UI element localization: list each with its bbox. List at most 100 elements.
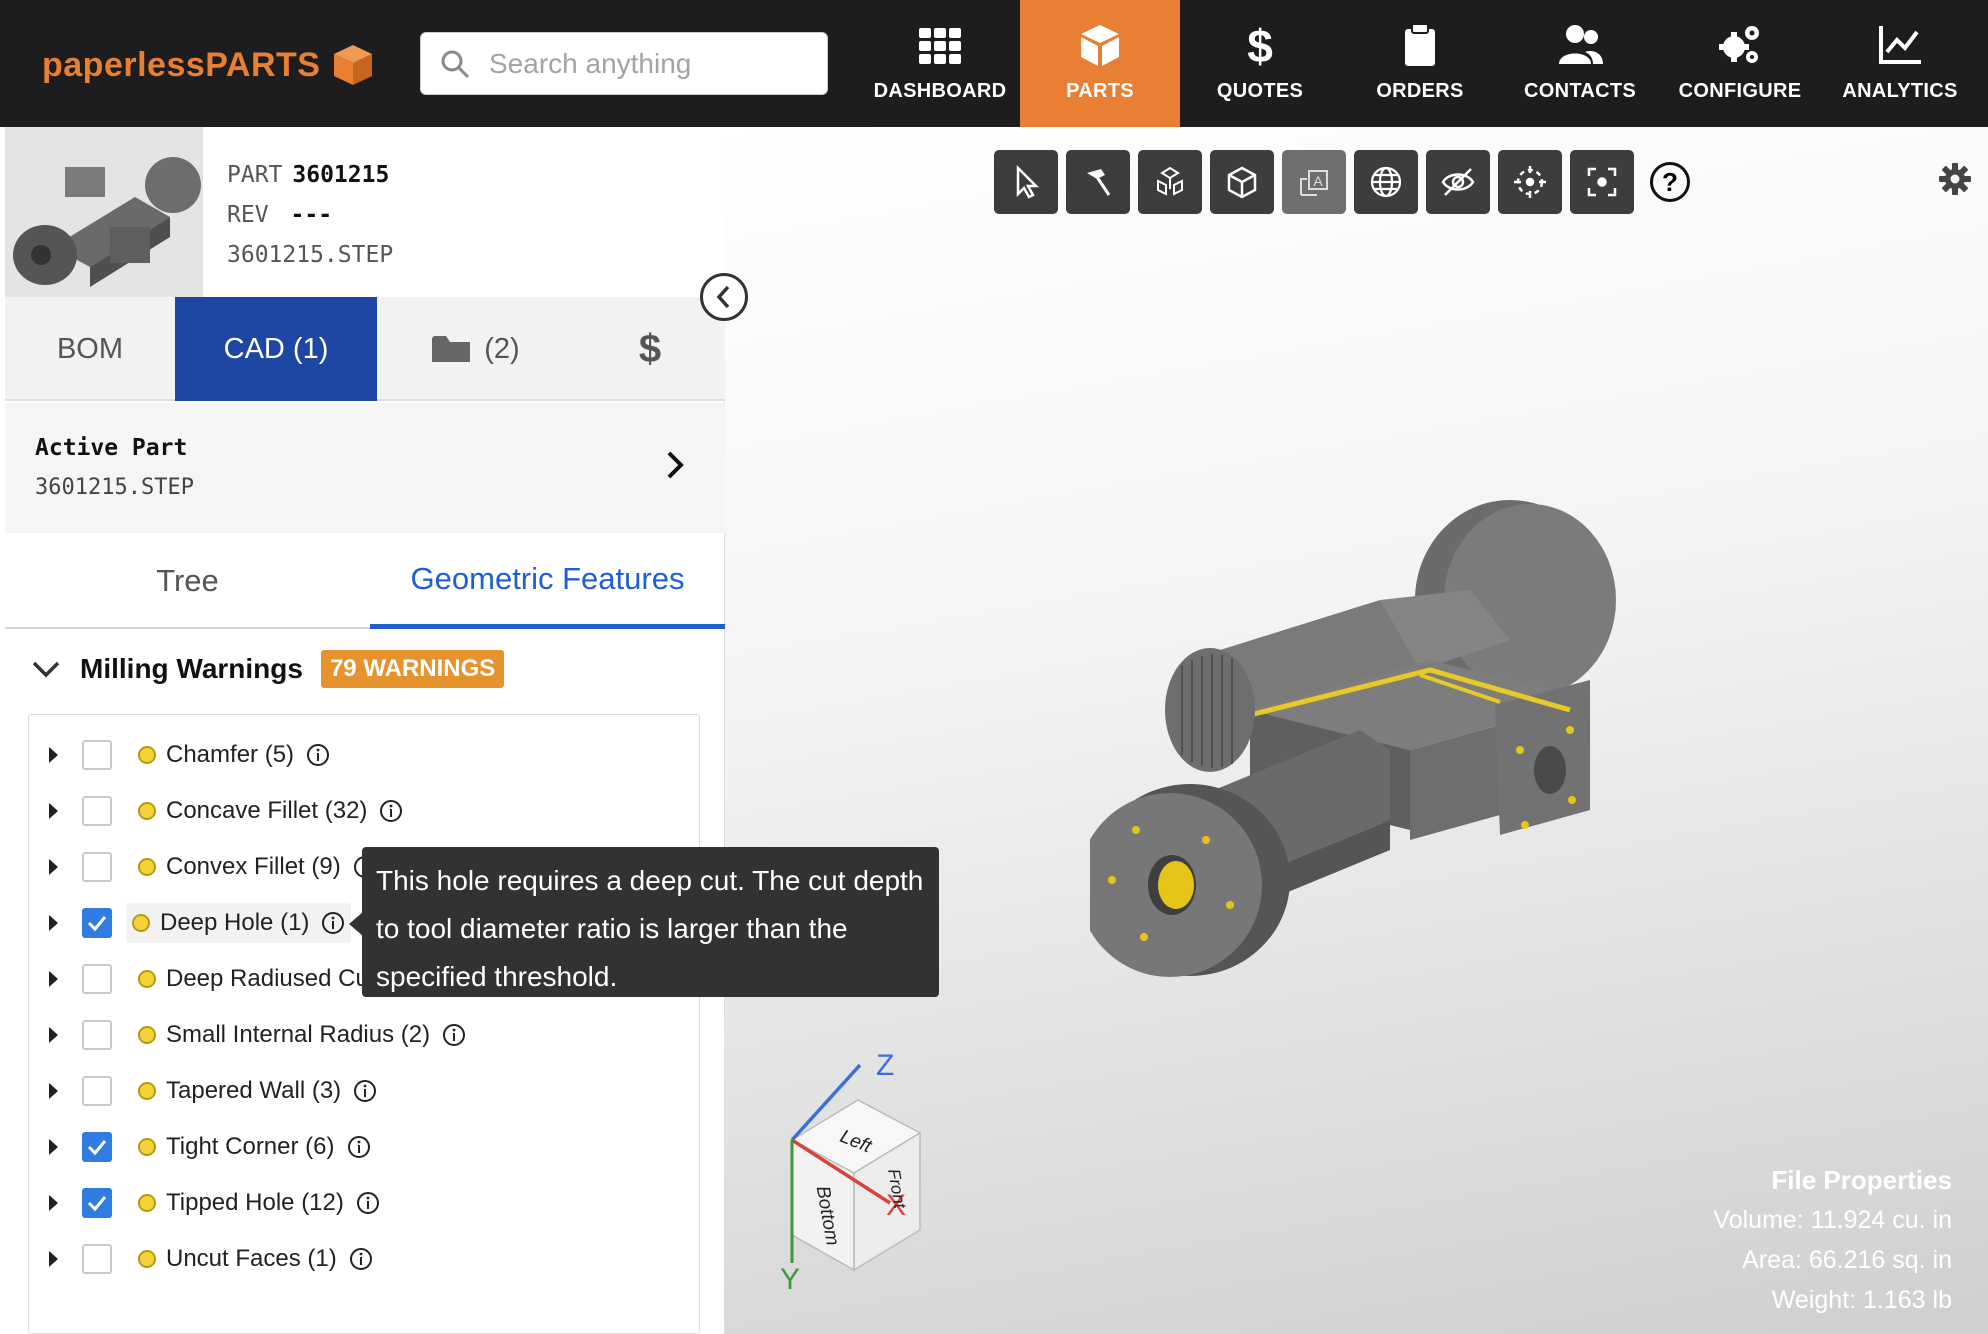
feature-checkbox[interactable] [82, 1188, 112, 1218]
feature-row-chamfer[interactable]: Chamfer (5) [29, 727, 699, 783]
folder-icon [432, 336, 471, 362]
expand-caret-icon[interactable] [49, 971, 58, 987]
tab-cad[interactable]: CAD (1) [175, 297, 377, 401]
nav-contacts[interactable]: CONTACTS [1500, 0, 1660, 127]
nav-label: PARTS [1066, 80, 1134, 102]
collapse-panel-button[interactable] [700, 273, 748, 321]
gears-icon [1719, 26, 1759, 63]
info-icon[interactable] [349, 1247, 373, 1271]
info-icon[interactable] [306, 743, 330, 767]
feature-tooltip: This hole requires a deep cut. The cut d… [362, 847, 939, 997]
annotation-tool-button[interactable]: A [1282, 150, 1346, 214]
tab-geometric-features[interactable]: Geometric Features [370, 533, 725, 629]
file-properties-title: File Properties [1771, 1165, 1952, 1195]
feature-row-small-internal-radius[interactable]: Small Internal Radius (2) [29, 1007, 699, 1063]
nav-analytics[interactable]: ANALYTICS [1820, 0, 1980, 127]
tab-files[interactable]: (2) [377, 297, 575, 401]
search-input[interactable] [489, 47, 809, 80]
feature-row-concave-fillet[interactable]: Concave Fillet (32) [29, 783, 699, 839]
expand-caret-icon[interactable] [49, 1251, 58, 1267]
nav-label: CONTACTS [1523, 80, 1637, 102]
nav-parts[interactable]: PARTS [1020, 0, 1180, 127]
feature-checkbox[interactable] [82, 852, 112, 882]
select-tool-button[interactable] [994, 150, 1058, 214]
feature-checkbox[interactable] [82, 1244, 112, 1274]
nav-configure[interactable]: CONFIGURE [1660, 0, 1820, 127]
tab-bom[interactable]: BOM [5, 297, 175, 401]
active-part-selector[interactable]: Active Part 3601215.STEP [5, 403, 725, 533]
feature-label: Deep Radiused Cu [166, 965, 369, 992]
cube-icon [1081, 25, 1119, 66]
info-icon[interactable] [347, 1135, 371, 1159]
rev-value: --- [290, 202, 333, 228]
expand-caret-icon[interactable] [49, 1195, 58, 1211]
expand-caret-icon[interactable] [49, 803, 58, 819]
file-properties: File Properties Volume: 11.924 cu. in Ar… [1713, 1160, 1952, 1320]
warning-dot-icon [138, 970, 156, 988]
center-tool-button[interactable] [1498, 150, 1562, 214]
feature-checkbox[interactable] [82, 796, 112, 826]
feature-checkbox[interactable] [82, 1020, 112, 1050]
weight-value: Weight: 1.163 lb [1771, 1286, 1952, 1314]
feature-checkbox[interactable] [82, 1076, 112, 1106]
users-icon [1559, 25, 1603, 64]
feature-checkbox[interactable] [82, 964, 112, 994]
info-icon[interactable] [442, 1023, 466, 1047]
part-3d-model[interactable] [1090, 480, 1650, 1000]
tab-pricing[interactable]: $ [575, 297, 725, 401]
feature-label: Small Internal Radius (2) [166, 1021, 431, 1048]
warning-dot-icon [138, 802, 156, 820]
expand-caret-icon[interactable] [49, 859, 58, 875]
feature-checkbox[interactable] [82, 1132, 112, 1162]
info-icon[interactable] [353, 1079, 377, 1103]
cad-subtabs: Tree Geometric Features [5, 533, 725, 629]
feature-row-tipped-hole[interactable]: Tipped Hole (12) [29, 1175, 699, 1231]
expand-caret-icon[interactable] [49, 747, 58, 763]
orientation-cube[interactable]: Z X Y Left Bottom Front [770, 1045, 970, 1295]
globe-tool-button[interactable] [1354, 150, 1418, 214]
solid-view-button[interactable] [1210, 150, 1274, 214]
expand-caret-icon[interactable] [49, 1083, 58, 1099]
warning-dot-icon [132, 914, 150, 932]
milling-warnings-header[interactable]: Milling Warnings 79 WARNINGS [30, 647, 505, 691]
feature-row-tight-corner[interactable]: Tight Corner (6) [29, 1119, 699, 1175]
feature-checkbox[interactable] [82, 908, 112, 938]
cube-logo-icon [334, 45, 373, 85]
fit-icon [1587, 167, 1617, 197]
explode-tool-button[interactable] [1138, 150, 1202, 214]
main-nav: DASHBOARD PARTS $ QUOTES ORDERS CONTACTS… [860, 0, 1980, 127]
global-search[interactable] [420, 32, 828, 95]
brand-logo[interactable]: paperlessPARTS [42, 40, 376, 90]
warning-dot-icon [138, 858, 156, 876]
nav-orders[interactable]: ORDERS [1340, 0, 1500, 127]
chevron-right-icon [667, 451, 684, 479]
feature-label: Convex Fillet (9) [166, 853, 341, 880]
feature-row-tapered-wall[interactable]: Tapered Wall (3) [29, 1063, 699, 1119]
measure-tool-button[interactable] [1066, 150, 1130, 214]
info-icon[interactable] [356, 1191, 380, 1215]
nav-dashboard[interactable]: DASHBOARD [860, 0, 1020, 127]
explode-icon [1157, 166, 1183, 196]
expand-caret-icon[interactable] [49, 1139, 58, 1155]
info-icon[interactable] [321, 911, 345, 935]
grid-icon [919, 28, 961, 64]
fit-tool-button[interactable] [1570, 150, 1634, 214]
help-button[interactable]: ? [1650, 162, 1690, 202]
part-header: PART 3601215 REV --- 3601215.STEP [5, 127, 725, 297]
nav-label: QUOTES [1216, 80, 1304, 102]
checkmark-icon [87, 1196, 107, 1212]
info-icon[interactable] [379, 799, 403, 823]
expand-caret-icon[interactable] [49, 1027, 58, 1043]
z-axis-label: Z [876, 1049, 894, 1082]
tab-tree[interactable]: Tree [5, 533, 370, 629]
hide-tool-button[interactable] [1426, 150, 1490, 214]
select-icon [1016, 164, 1040, 199]
chart-icon [1879, 26, 1921, 64]
settings-gear-icon[interactable] [1938, 162, 1972, 196]
tab-files-count: (2) [484, 332, 520, 365]
expand-caret-icon[interactable] [49, 915, 58, 931]
feature-checkbox[interactable] [82, 740, 112, 770]
feature-row-uncut-faces[interactable]: Uncut Faces (1) [29, 1231, 699, 1287]
warnings-count-badge: 79 WARNINGS [320, 650, 505, 688]
nav-quotes[interactable]: $ QUOTES [1180, 0, 1340, 127]
